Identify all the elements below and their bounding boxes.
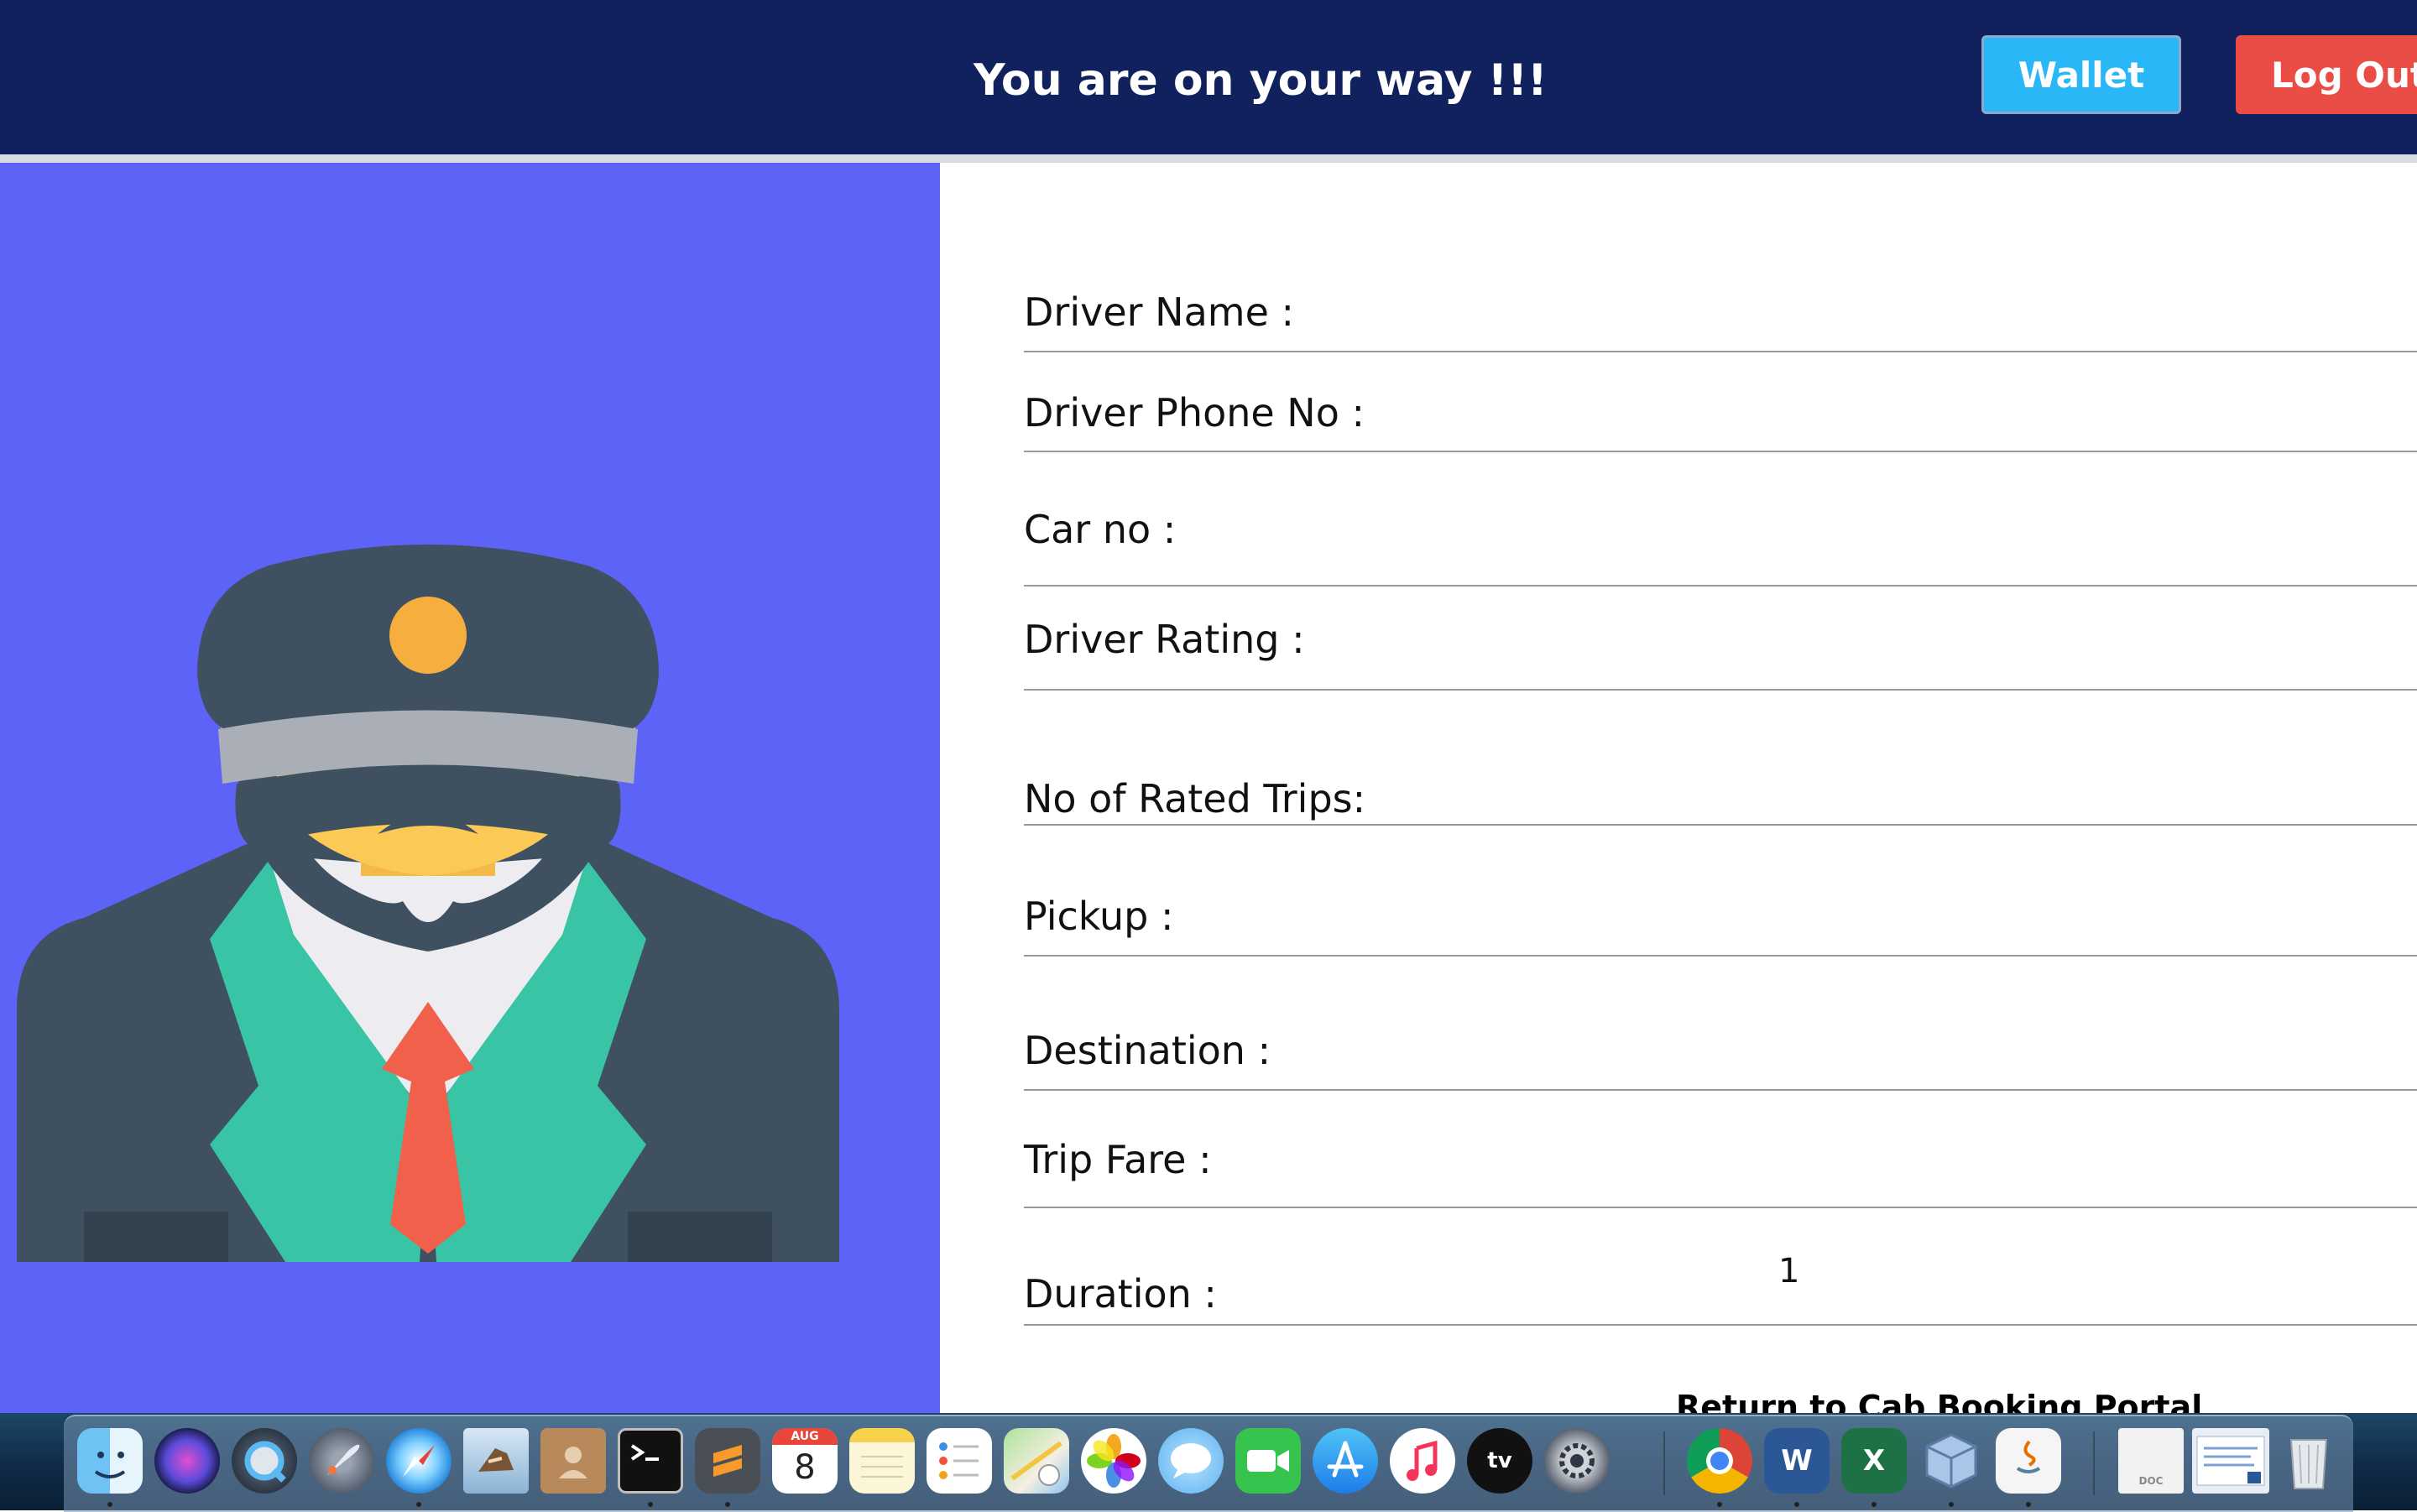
rated-trips-label: No of Rated Trips: xyxy=(1024,776,1366,821)
duration-label: Duration : xyxy=(1024,1271,1217,1316)
safari-icon[interactable] xyxy=(386,1428,452,1494)
trip-details-form: Driver Name : Driver Phone No : Car no :… xyxy=(940,163,2417,1426)
driver-rating-underline xyxy=(1024,689,2417,691)
word-icon[interactable]: W xyxy=(1764,1428,1830,1494)
trip-fare-label: Trip Fare : xyxy=(1024,1137,1212,1182)
chrome-running-dot xyxy=(1717,1502,1722,1507)
rated-trips-underline xyxy=(1024,824,2417,826)
terminal-running-dot xyxy=(648,1502,653,1507)
contacts-icon[interactable] xyxy=(540,1428,606,1494)
destination-underline xyxy=(1024,1089,2417,1091)
macos-dock: AUG 8 tv W X DOC xyxy=(64,1415,2353,1512)
notes-icon[interactable] xyxy=(849,1428,915,1494)
document-icon[interactable]: DOC xyxy=(2118,1428,2184,1494)
maps-icon[interactable] xyxy=(1004,1428,1069,1494)
excel-icon[interactable]: X xyxy=(1841,1428,1907,1494)
driver-image-panel xyxy=(0,163,940,1413)
music-icon[interactable] xyxy=(1390,1428,1455,1494)
java-running-dot xyxy=(2026,1502,2031,1507)
driver-name-underline xyxy=(1024,351,2417,352)
calendar-day: 8 xyxy=(794,1448,816,1487)
driver-phone-underline xyxy=(1024,451,2417,452)
app-store-icon[interactable] xyxy=(1313,1428,1378,1494)
apple-tv-icon[interactable]: tv xyxy=(1467,1428,1532,1494)
driver-phone-label: Driver Phone No : xyxy=(1024,390,1365,435)
destination-label: Destination : xyxy=(1024,1028,1271,1073)
mail-icon[interactable] xyxy=(463,1428,529,1494)
java-icon[interactable] xyxy=(1996,1428,2061,1494)
logout-button[interactable]: Log Out xyxy=(2236,35,2417,114)
terminal-icon[interactable] xyxy=(618,1428,683,1494)
dock-separator-2 xyxy=(2093,1431,2095,1495)
header-divider xyxy=(0,154,2417,163)
car-no-underline xyxy=(1024,585,2417,587)
driver-rating-label: Driver Rating : xyxy=(1024,617,1305,662)
document-icon-label: DOC xyxy=(2138,1475,2164,1487)
duration-value: 1 xyxy=(1778,1252,1800,1290)
quicktime-icon[interactable] xyxy=(232,1428,297,1494)
dock-separator xyxy=(1663,1431,1665,1495)
messages-icon[interactable] xyxy=(1158,1428,1224,1494)
finder-icon[interactable] xyxy=(77,1428,143,1494)
driver-avatar-icon xyxy=(17,545,839,1262)
virtualbox-running-dot xyxy=(1949,1502,1954,1507)
photos-icon[interactable] xyxy=(1081,1428,1146,1494)
word-running-dot xyxy=(1794,1502,1799,1507)
car-no-label: Car no : xyxy=(1024,507,1177,552)
calendar-icon[interactable]: AUG 8 xyxy=(772,1428,838,1494)
excel-running-dot xyxy=(1871,1502,1877,1507)
sublime-running-dot xyxy=(725,1502,730,1507)
duration-underline xyxy=(1024,1324,2417,1326)
virtualbox-icon[interactable] xyxy=(1918,1428,1984,1494)
trash-icon[interactable] xyxy=(2276,1428,2341,1494)
pickup-underline xyxy=(1024,955,2417,957)
page-title: You are on your way !!! xyxy=(974,55,1548,106)
finder-running-dot xyxy=(107,1502,112,1507)
launchpad-icon[interactable] xyxy=(309,1428,374,1494)
chrome-icon[interactable] xyxy=(1687,1428,1752,1494)
safari-running-dot xyxy=(416,1502,421,1507)
apple-tv-label: tv xyxy=(1487,1448,1512,1473)
trip-fare-underline xyxy=(1024,1207,2417,1208)
driver-name-label: Driver Name : xyxy=(1024,289,1294,335)
system-preferences-icon[interactable] xyxy=(1544,1428,1610,1494)
wallet-button[interactable]: Wallet xyxy=(1981,35,2181,114)
word-document-icon[interactable] xyxy=(2192,1428,2269,1494)
sublime-text-icon[interactable] xyxy=(695,1428,760,1494)
reminders-icon[interactable] xyxy=(927,1428,992,1494)
top-header: You are on your way !!! Wallet Log Out xyxy=(0,0,2417,154)
siri-icon[interactable] xyxy=(154,1428,220,1494)
pickup-label: Pickup : xyxy=(1024,894,1174,939)
calendar-month: AUG xyxy=(772,1428,838,1445)
facetime-icon[interactable] xyxy=(1235,1428,1301,1494)
word-icon-letter: W xyxy=(1781,1444,1813,1478)
excel-icon-letter: X xyxy=(1862,1444,1886,1478)
